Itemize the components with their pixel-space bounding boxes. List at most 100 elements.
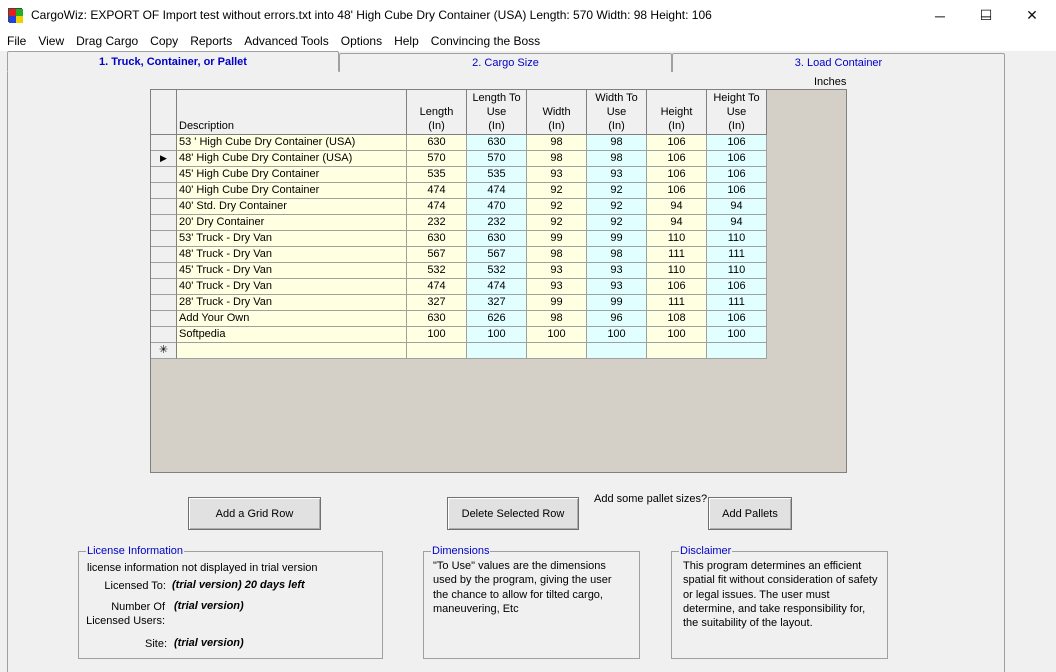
cell-length[interactable]: 474 [407,199,467,215]
table-row[interactable]: ▶ 48' High Cube Dry Container (USA) 570 570… [151,151,767,167]
cell-width-to-use[interactable]: 98 [587,151,647,167]
cell-width[interactable]: 99 [527,231,587,247]
cell-description[interactable]: 20' Dry Container [177,215,407,231]
cell-description[interactable]: 45' High Cube Dry Container [177,167,407,183]
cell-height-to-use[interactable]: 106 [707,167,767,183]
header-height[interactable]: Height (In) [647,90,707,135]
cell-height-to-use[interactable]: 94 [707,215,767,231]
cell-length-to-use[interactable]: 626 [467,311,527,327]
cell-width-to-use[interactable]: 99 [587,231,647,247]
row-selector[interactable] [151,327,177,343]
tab-cargo-size[interactable]: 2. Cargo Size [339,53,672,72]
row-selector[interactable] [151,231,177,247]
cell-width[interactable]: 93 [527,279,587,295]
cell-height-to-use[interactable]: 111 [707,295,767,311]
cell-description[interactable]: Add Your Own [177,311,407,327]
cell-width[interactable]: 98 [527,311,587,327]
cell-length-to-use[interactable]: 570 [467,151,527,167]
menu-drag-cargo[interactable]: Drag Cargo [70,34,144,48]
row-selector[interactable] [151,279,177,295]
row-selector[interactable] [151,311,177,327]
header-description[interactable]: Description [177,90,407,135]
add-grid-row-button[interactable]: Add a Grid Row [188,497,321,530]
menu-copy[interactable]: Copy [144,34,184,48]
table-row[interactable]: 48' Truck - Dry Van 567 567 98 98 111 111 [151,247,767,263]
cell-width[interactable]: 93 [527,167,587,183]
cell-length[interactable]: 535 [407,167,467,183]
cell-height[interactable]: 106 [647,167,707,183]
cell-height-to-use[interactable] [707,343,767,359]
cell-height[interactable]: 108 [647,311,707,327]
cell-length-to-use[interactable]: 630 [467,135,527,151]
cell-width-to-use[interactable]: 92 [587,199,647,215]
cell-description[interactable]: 45' Truck - Dry Van [177,263,407,279]
menu-reports[interactable]: Reports [184,34,238,48]
cell-width-to-use[interactable]: 92 [587,183,647,199]
menu-advanced-tools[interactable]: Advanced Tools [238,34,335,48]
cell-description[interactable]: Softpedia [177,327,407,343]
cell-length[interactable]: 630 [407,231,467,247]
cell-description[interactable]: 40' Std. Dry Container [177,199,407,215]
cell-length[interactable]: 532 [407,263,467,279]
row-selector[interactable] [151,295,177,311]
minimize-icon[interactable]: ─ [917,0,963,31]
cell-length[interactable] [407,343,467,359]
cell-width[interactable]: 100 [527,327,587,343]
cell-length-to-use[interactable]: 100 [467,327,527,343]
cell-description[interactable]: 53' Truck - Dry Van [177,231,407,247]
cell-length[interactable]: 567 [407,247,467,263]
tab-load-container[interactable]: 3. Load Container [672,53,1005,72]
cell-width[interactable] [527,343,587,359]
cell-width-to-use[interactable]: 99 [587,295,647,311]
cell-width-to-use[interactable]: 96 [587,311,647,327]
cell-length-to-use[interactable]: 630 [467,231,527,247]
table-row[interactable]: 45' Truck - Dry Van 532 532 93 93 110 110 [151,263,767,279]
cell-width[interactable]: 99 [527,295,587,311]
table-row[interactable]: 53' Truck - Dry Van 630 630 99 99 110 110 [151,231,767,247]
cell-width[interactable]: 92 [527,215,587,231]
row-selector[interactable] [151,183,177,199]
cell-height-to-use[interactable]: 106 [707,135,767,151]
table-row[interactable]: 28' Truck - Dry Van 327 327 99 99 111 111 [151,295,767,311]
cell-height[interactable]: 110 [647,263,707,279]
row-selector[interactable] [151,263,177,279]
cell-height-to-use[interactable]: 94 [707,199,767,215]
cell-width-to-use[interactable]: 92 [587,215,647,231]
menu-file[interactable]: File [1,34,32,48]
row-selector[interactable] [151,135,177,151]
header-height-to-use[interactable]: Height To Use (In) [707,90,767,135]
header-width[interactable]: Width (In) [527,90,587,135]
cell-length[interactable]: 474 [407,279,467,295]
cell-width-to-use[interactable] [587,343,647,359]
cell-height-to-use[interactable]: 110 [707,231,767,247]
cell-length[interactable]: 232 [407,215,467,231]
cell-description[interactable]: 48' High Cube Dry Container (USA) [177,151,407,167]
cell-height[interactable]: 106 [647,135,707,151]
cell-length-to-use[interactable] [467,343,527,359]
cell-height[interactable]: 111 [647,247,707,263]
cell-width-to-use[interactable]: 98 [587,247,647,263]
cell-height-to-use[interactable]: 106 [707,311,767,327]
cell-description[interactable]: 53 ' High Cube Dry Container (USA) [177,135,407,151]
cell-height-to-use[interactable]: 111 [707,247,767,263]
cell-height-to-use[interactable]: 106 [707,183,767,199]
cell-length[interactable]: 327 [407,295,467,311]
table-row[interactable]: 40' Truck - Dry Van 474 474 93 93 106 106 [151,279,767,295]
cell-height[interactable] [647,343,707,359]
cell-length-to-use[interactable]: 532 [467,263,527,279]
cell-description[interactable]: 48' Truck - Dry Van [177,247,407,263]
cell-height[interactable]: 106 [647,279,707,295]
row-selector[interactable] [151,199,177,215]
maximize-icon[interactable]: ☐ [963,0,1009,31]
cell-width-to-use[interactable]: 98 [587,135,647,151]
menu-options[interactable]: Options [335,34,388,48]
table-row[interactable]: Softpedia 100 100 100 100 100 100 [151,327,767,343]
cell-width[interactable]: 93 [527,263,587,279]
header-width-to-use[interactable]: Width To Use (In) [587,90,647,135]
row-selector[interactable] [151,215,177,231]
cell-height[interactable]: 111 [647,295,707,311]
new-row[interactable]: ✳ [151,343,767,359]
cell-length[interactable]: 474 [407,183,467,199]
cell-width[interactable]: 98 [527,135,587,151]
cell-length-to-use[interactable]: 567 [467,247,527,263]
